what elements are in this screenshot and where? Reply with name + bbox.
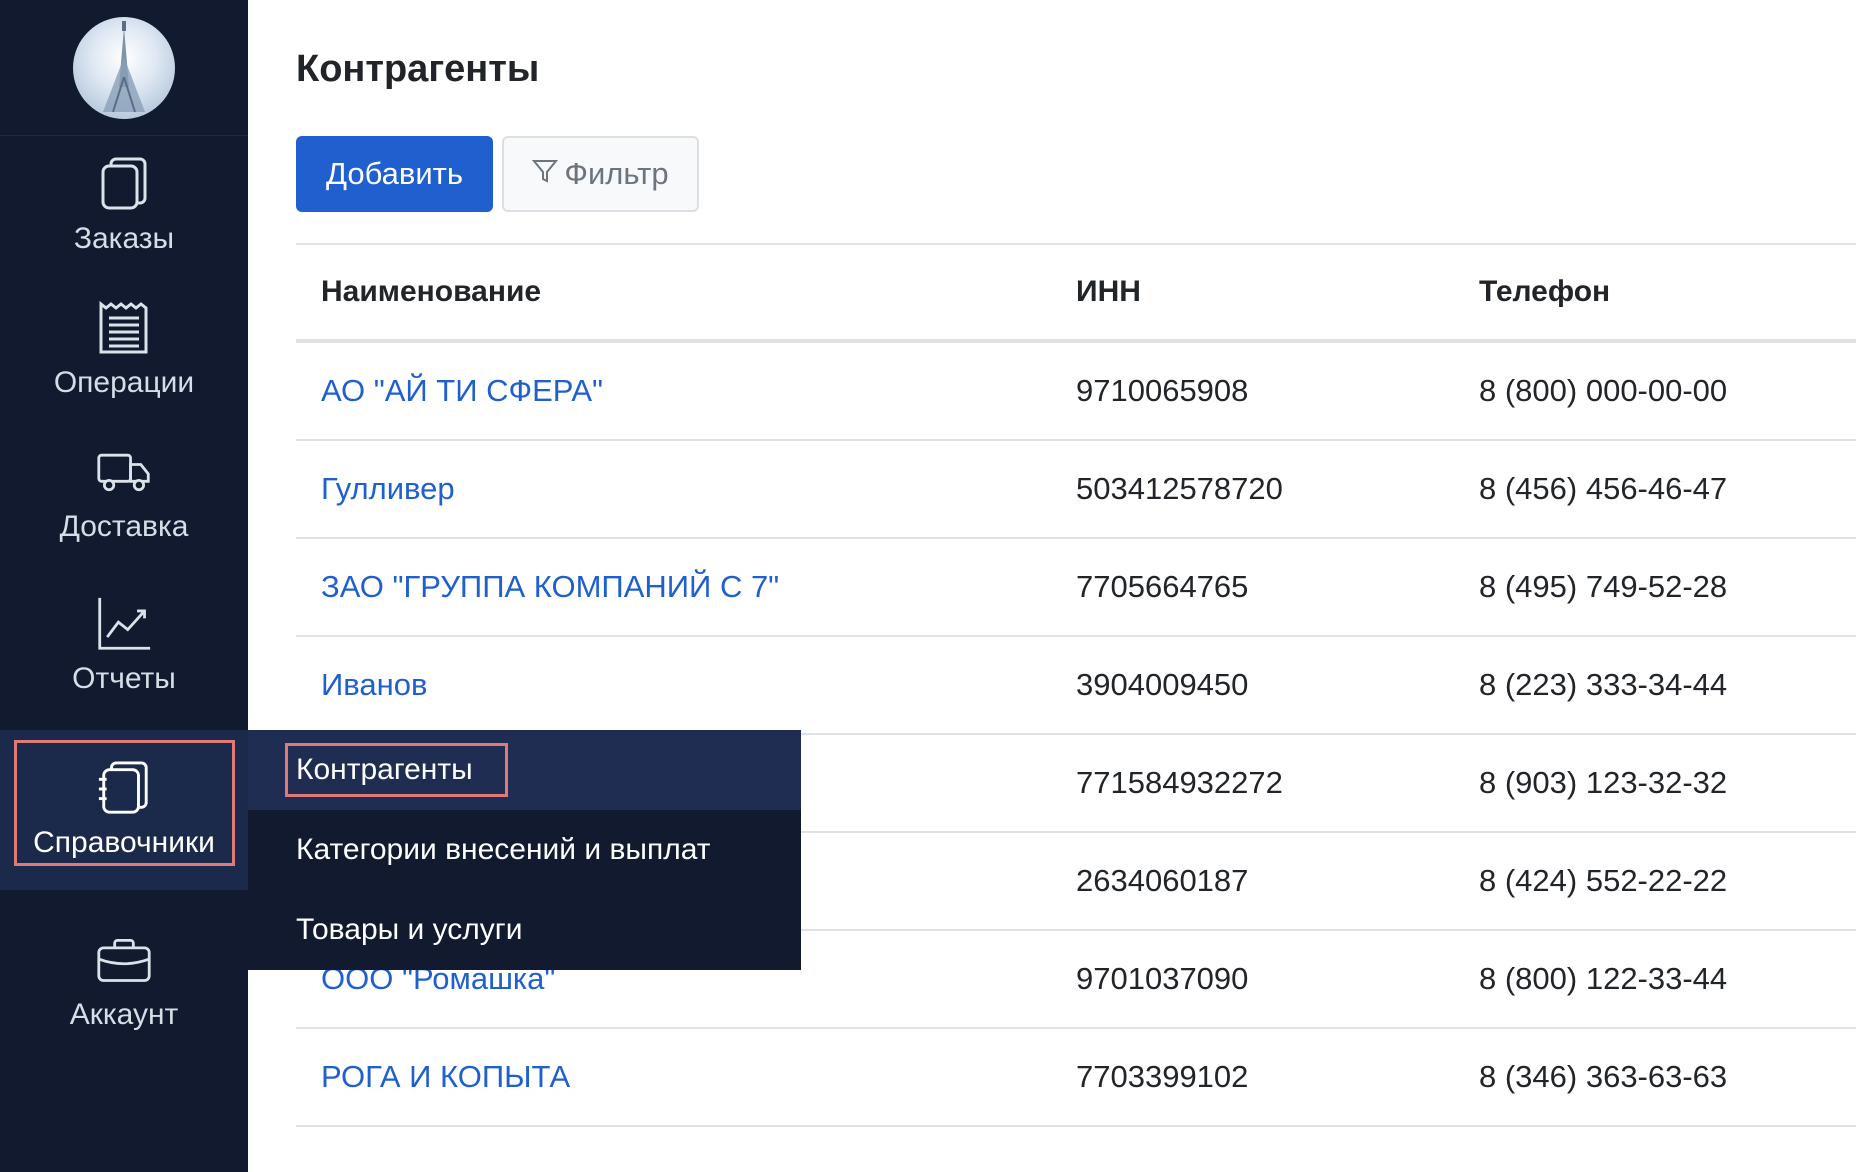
sidebar-item-label: Операции — [53, 366, 195, 399]
truck-icon — [96, 444, 152, 500]
cell-inn: 3904009450 — [1076, 667, 1249, 702]
sidebar-item-orders[interactable]: Заказы — [0, 136, 248, 276]
cell-inn: 7705664765 — [1076, 569, 1249, 604]
cell-inn: 7703399102 — [1076, 1059, 1249, 1094]
sidebar-item-delivery[interactable]: Доставка — [0, 424, 248, 564]
cell-phone: 8 (346) 363-63-63 — [1479, 1059, 1728, 1094]
contractors-table: Наименование ИНН Телефон АО "АЙ ТИ СФЕРА… — [296, 243, 1856, 1127]
sidebar-item-label: Аккаунт — [69, 998, 179, 1031]
directories-submenu: Контрагенты Категории внесений и выплат … — [248, 730, 801, 970]
sidebar-item-label: Заказы — [73, 222, 175, 255]
sidebar-item-label: Справочники — [33, 826, 215, 859]
cell-inn: 9701037090 — [1076, 961, 1249, 996]
table-row[interactable]: Гулливер 503412578720 8 (456) 456-46-47 — [296, 441, 1856, 539]
sidebar-item-operations[interactable]: Операции — [0, 280, 248, 420]
cell-phone: 8 (495) 749-52-28 — [1479, 569, 1728, 604]
submenu-item-label: Товары и услуги — [296, 913, 523, 946]
submenu-item-goods-services[interactable]: Товары и услуги — [248, 890, 801, 970]
table-row[interactable]: Иванов 3904009450 8 (223) 333-34-44 — [296, 637, 1856, 735]
cell-name[interactable]: ЗАО "ГРУППА КОМПАНИЙ С 7" — [296, 569, 1076, 605]
cell-inn: 771584932272 — [1076, 765, 1283, 800]
submenu-item-label: Категории внесений и выплат — [296, 833, 711, 866]
cell-phone: 8 (424) 552-22-22 — [1479, 863, 1728, 898]
orders-icon — [96, 156, 152, 212]
cell-name[interactable]: Иванов — [296, 667, 1076, 703]
cell-inn: 503412578720 — [1076, 471, 1283, 506]
submenu-item-categories[interactable]: Категории внесений и выплат — [248, 810, 801, 890]
receipt-icon — [96, 300, 152, 356]
sidebar-item-directories[interactable]: Справочники — [0, 730, 248, 890]
cell-phone: 8 (800) 000-00-00 — [1479, 373, 1728, 408]
table-row[interactable]: АО "АЙ ТИ СФЕРА" 9710065908 8 (800) 000-… — [296, 343, 1856, 441]
header-name[interactable]: Наименование — [296, 275, 1076, 309]
avatar[interactable] — [73, 16, 175, 119]
cell-phone: 8 (456) 456-46-47 — [1479, 471, 1728, 506]
cell-name[interactable]: РОГА И КОПЫТА — [296, 1059, 1076, 1095]
sidebar-item-reports[interactable]: Отчеты — [0, 576, 248, 716]
submenu-item-contractors[interactable]: Контрагенты — [248, 730, 801, 810]
cell-inn: 2634060187 — [1076, 863, 1249, 898]
briefcase-icon — [96, 932, 152, 988]
header-inn[interactable]: ИНН — [1076, 275, 1479, 309]
filter-button[interactable]: Фильтр — [502, 136, 699, 212]
table-row[interactable]: РОГА И КОПЫТА 7703399102 8 (346) 363-63-… — [296, 1029, 1856, 1127]
avatar-container — [0, 0, 248, 136]
notebook-icon — [96, 760, 152, 816]
cell-name[interactable]: Гулливер — [296, 471, 1076, 507]
sidebar-item-label: Отчеты — [72, 662, 176, 695]
table-header: Наименование ИНН Телефон — [296, 245, 1856, 343]
sidebar: Заказы Операции Доставка Отчеты Справочн… — [0, 0, 248, 1172]
cell-phone: 8 (903) 123-32-32 — [1479, 765, 1728, 800]
add-button[interactable]: Добавить — [296, 136, 493, 212]
filter-button-label: Фильтр — [564, 156, 669, 191]
cell-name[interactable]: АО "АЙ ТИ СФЕРА" — [296, 373, 1076, 409]
cell-phone: 8 (223) 333-34-44 — [1479, 667, 1728, 702]
filter-icon — [532, 156, 559, 192]
cell-inn: 9710065908 — [1076, 373, 1249, 408]
page-title: Контрагенты — [296, 48, 540, 90]
submenu-item-label: Контрагенты — [296, 753, 473, 786]
sidebar-item-account[interactable]: Аккаунт — [0, 912, 248, 1052]
header-phone[interactable]: Телефон — [1479, 275, 1856, 309]
table-row[interactable]: ЗАО "ГРУППА КОМПАНИЙ С 7" 7705664765 8 (… — [296, 539, 1856, 637]
sidebar-item-label: Доставка — [59, 510, 189, 543]
chart-icon — [96, 596, 152, 652]
cell-phone: 8 (800) 122-33-44 — [1479, 961, 1728, 996]
